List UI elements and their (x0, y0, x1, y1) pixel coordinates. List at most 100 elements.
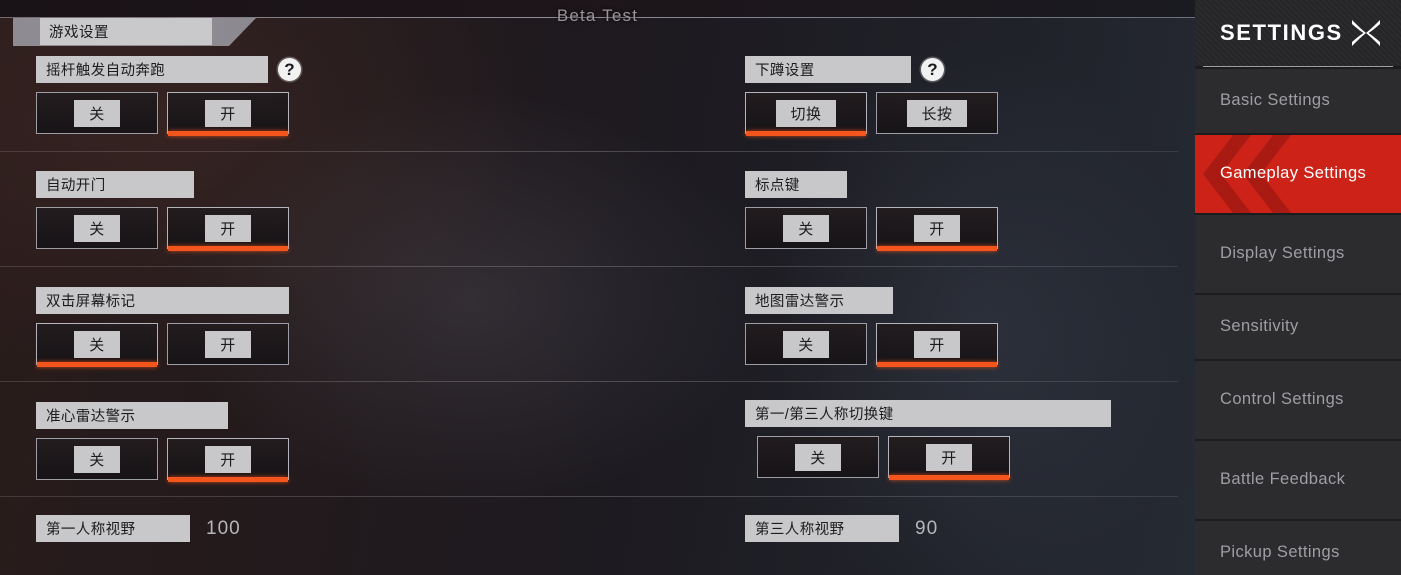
setting-label-row: 第一/第三人称切换键 (745, 400, 1111, 427)
option-toggle[interactable]: 切换 (745, 92, 867, 136)
sidebar-item-label: Control Settings (1220, 390, 1344, 409)
sidebar-item-control-settings[interactable]: Control Settings (1195, 361, 1401, 439)
option-label: 关 (74, 330, 120, 358)
setting-label-row: 下蹲设置 ? (745, 56, 998, 83)
setting-label: 摇杆触发自动奔跑 (36, 56, 268, 83)
option-label: 开 (926, 443, 972, 471)
setting-row-fpp-fov: 第一人称视野 100 (36, 515, 241, 542)
option-label: 开 (914, 330, 960, 358)
setting-label: 第三人称视野 (745, 515, 899, 542)
option-group: 切换 长按 (745, 92, 998, 136)
settings-content: 摇杆触发自动奔跑 ? 关 开 自动开门 关 开 双击屏幕标记 关 开 准心雷达警… (0, 47, 1195, 575)
option-group: 关 开 (36, 207, 289, 251)
setting-label: 第一人称视野 (36, 515, 190, 542)
sidebar-title: SETTINGS (1220, 20, 1343, 45)
option-label: 开 (914, 214, 960, 242)
option-label: 关 (74, 99, 120, 127)
option-label: 开 (205, 330, 251, 358)
setting-label: 第一/第三人称切换键 (745, 400, 1111, 427)
setting-row-map-radar-alert: 地图雷达警示 关 开 (745, 287, 998, 367)
setting-row-perspective-toggle-key: 第一/第三人称切换键 关 开 (745, 400, 1111, 480)
option-group: 关 开 (36, 438, 289, 482)
sidebar-item-battle-feedback[interactable]: Battle Feedback (1195, 441, 1401, 519)
option-label: 关 (74, 445, 120, 473)
setting-label-row: 第三人称视野 90 (745, 515, 938, 542)
sidebar-item-label: Pickup Settings (1220, 543, 1340, 562)
option-on[interactable]: 开 (167, 207, 289, 251)
setting-label: 地图雷达警示 (745, 287, 893, 314)
setting-label-row: 摇杆触发自动奔跑 ? (36, 56, 301, 83)
slider-value: 100 (206, 517, 241, 539)
row-divider (0, 266, 1178, 267)
sidebar-separator (1203, 66, 1393, 67)
setting-label-row: 准心雷达警示 (36, 402, 289, 429)
close-x-icon[interactable] (1349, 16, 1383, 50)
option-group: 关 开 (757, 436, 1111, 480)
option-on[interactable]: 开 (876, 207, 998, 251)
setting-label: 标点键 (745, 171, 847, 198)
setting-row-crouch-mode: 下蹲设置 ? 切换 长按 (745, 56, 998, 136)
setting-row-tpp-fov: 第三人称视野 90 (745, 515, 938, 542)
setting-row-double-tap-mark: 双击屏幕标记 关 开 (36, 287, 289, 367)
setting-label: 下蹲设置 (745, 56, 911, 83)
option-on[interactable]: 开 (876, 323, 998, 367)
option-group: 关 开 (36, 323, 289, 367)
setting-row-joystick-autorun: 摇杆触发自动奔跑 ? 关 开 (36, 56, 301, 136)
row-divider (0, 381, 1178, 382)
option-group: 关 开 (36, 92, 301, 136)
option-label: 开 (205, 445, 251, 473)
setting-label-row: 地图雷达警示 (745, 287, 998, 314)
option-on[interactable]: 开 (167, 323, 289, 365)
tab-label: 游戏设置 (40, 18, 212, 45)
option-on[interactable]: 开 (167, 92, 289, 136)
sidebar-item-label: Display Settings (1220, 244, 1345, 263)
row-divider (0, 151, 1178, 152)
setting-label: 自动开门 (36, 171, 194, 198)
sidebar-item-basic-settings[interactable]: Basic Settings (1195, 69, 1401, 133)
option-label: 关 (795, 443, 841, 471)
option-hold[interactable]: 长按 (876, 92, 998, 134)
settings-sidebar: SETTINGS Basic Settings Gameplay Setting… (1195, 0, 1401, 575)
help-icon[interactable]: ? (278, 58, 301, 81)
option-off[interactable]: 关 (36, 207, 158, 249)
option-on[interactable]: 开 (888, 436, 1010, 480)
row-divider (0, 496, 1178, 497)
option-group: 关 开 (745, 207, 998, 251)
setting-label-row: 第一人称视野 100 (36, 515, 241, 542)
option-off[interactable]: 关 (36, 438, 158, 480)
setting-label-row: 标点键 (745, 171, 998, 198)
sidebar-item-display-settings[interactable]: Display Settings (1195, 215, 1401, 293)
option-off[interactable]: 关 (745, 207, 867, 249)
option-label: 关 (74, 214, 120, 242)
settings-screen: Beta Test 游戏设置 摇杆触发自动奔跑 ? 关 开 自动开门 关 开 双… (0, 0, 1401, 575)
sidebar-item-label: Sensitivity (1220, 317, 1299, 336)
sidebar-item-label: Gameplay Settings (1220, 164, 1367, 183)
option-label: 长按 (907, 99, 967, 127)
setting-label: 双击屏幕标记 (36, 287, 289, 314)
option-label: 开 (205, 99, 251, 127)
sidebar-item-gameplay-settings[interactable]: Gameplay Settings (1195, 135, 1401, 213)
sidebar-header: SETTINGS (1195, 0, 1401, 66)
setting-label-row: 自动开门 (36, 171, 289, 198)
option-off[interactable]: 关 (745, 323, 867, 365)
setting-row-auto-open-door: 自动开门 关 开 (36, 171, 289, 251)
setting-label: 准心雷达警示 (36, 402, 228, 429)
setting-label-row: 双击屏幕标记 (36, 287, 289, 314)
slider-value: 90 (915, 517, 939, 539)
sidebar-item-pickup-settings[interactable]: Pickup Settings (1195, 521, 1401, 575)
help-icon[interactable]: ? (921, 58, 944, 81)
option-on[interactable]: 开 (167, 438, 289, 482)
option-off[interactable]: 关 (757, 436, 879, 478)
option-off[interactable]: 关 (36, 92, 158, 134)
sidebar-item-label: Battle Feedback (1220, 470, 1346, 489)
setting-row-marker-key: 标点键 关 开 (745, 171, 998, 251)
option-group: 关 开 (745, 323, 998, 367)
sidebar-item-label: Basic Settings (1220, 91, 1331, 110)
option-label: 开 (205, 214, 251, 242)
option-label: 关 (783, 330, 829, 358)
setting-row-crosshair-radar-alert: 准心雷达警示 关 开 (36, 402, 289, 482)
option-label: 切换 (776, 99, 836, 127)
option-label: 关 (783, 214, 829, 242)
option-off[interactable]: 关 (36, 323, 158, 367)
sidebar-item-sensitivity[interactable]: Sensitivity (1195, 295, 1401, 359)
